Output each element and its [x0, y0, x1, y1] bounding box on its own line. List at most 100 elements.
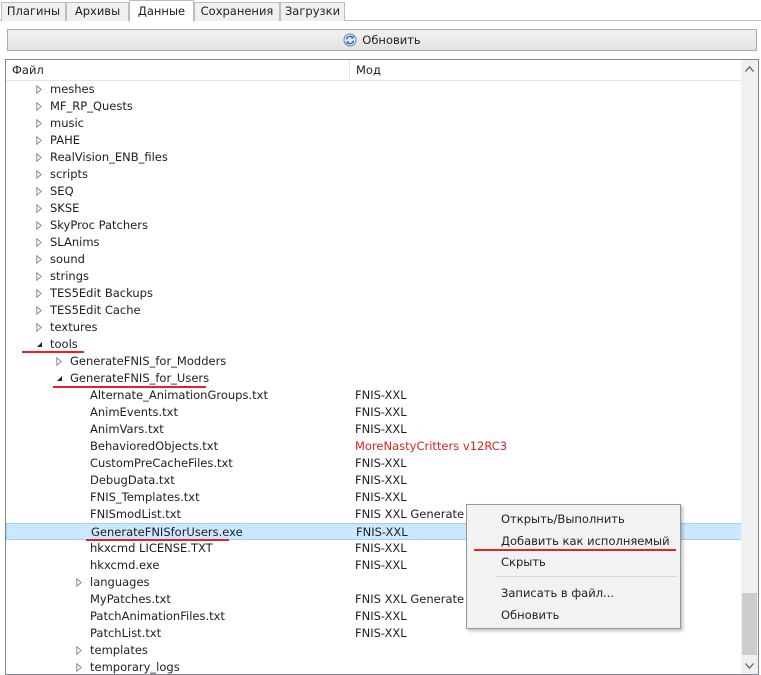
- collapsed-triangle-icon[interactable]: [74, 642, 84, 659]
- collapsed-triangle-icon[interactable]: [34, 268, 44, 285]
- row-mod: FNIS-XXL: [355, 490, 407, 504]
- menu-item-write-to-file[interactable]: Записать в файл...: [501, 584, 614, 602]
- collapsed-triangle-icon[interactable]: [74, 659, 84, 674]
- folder-row[interactable]: GenerateFNIS_for_Modders: [6, 353, 742, 370]
- tab-label: Загрузки: [284, 4, 341, 18]
- row-name: music: [50, 116, 85, 130]
- row-name: hkxcmd.exe: [90, 558, 160, 572]
- row-name: FNISmodList.txt: [90, 507, 182, 521]
- folder-row[interactable]: tools: [6, 336, 742, 353]
- row-name: RealVision_ENB_files: [50, 150, 168, 164]
- collapsed-triangle-icon[interactable]: [34, 234, 44, 251]
- collapsed-triangle-icon[interactable]: [34, 183, 44, 200]
- file-row[interactable]: DebugData.txt FNIS-XXL: [6, 472, 742, 489]
- row-mod: FNIS-XXL: [355, 473, 407, 487]
- tab-downloads[interactable]: Загрузки: [280, 2, 345, 21]
- folder-row[interactable]: RealVision_ENB_files: [6, 149, 742, 166]
- folder-row[interactable]: SKSE: [6, 200, 742, 217]
- folder-row[interactable]: TES5Edit Cache: [6, 302, 742, 319]
- folder-row[interactable]: SLAnims: [6, 234, 742, 251]
- collapsed-triangle-icon[interactable]: [54, 353, 64, 370]
- file-row[interactable]: BehavioredObjects.txt MoreNastyCritters v…: [6, 438, 742, 455]
- row-name: SkyProc Patchers: [50, 218, 148, 232]
- folder-row[interactable]: SEQ: [6, 183, 742, 200]
- collapsed-triangle-icon[interactable]: [34, 200, 44, 217]
- row-mod: FNIS XXL Generate: [355, 507, 465, 521]
- row-name: strings: [50, 269, 90, 283]
- annotation-underline: [22, 351, 84, 353]
- collapsed-triangle-icon[interactable]: [34, 149, 44, 166]
- refresh-button[interactable]: Обновить: [7, 29, 757, 51]
- folder-row[interactable]: scripts: [6, 166, 742, 183]
- row-name: DebugData.txt: [90, 473, 175, 487]
- row-mod: FNIS-XXL: [355, 541, 407, 555]
- annotation-underline: [53, 386, 206, 388]
- menu-item-hide[interactable]: Скрыть: [501, 553, 546, 571]
- menu-item-add-as-executable[interactable]: Добавить как исполняемый: [501, 532, 670, 550]
- vertical-scrollbar[interactable]: [741, 60, 758, 674]
- menu-item-open-run[interactable]: Открыть/Выполнить: [501, 510, 625, 528]
- collapsed-triangle-icon[interactable]: [34, 132, 44, 149]
- row-name: TES5Edit Backups: [50, 286, 153, 300]
- row-name: SEQ: [50, 184, 74, 198]
- tab-archives[interactable]: Архивы: [66, 2, 129, 21]
- folder-row[interactable]: meshes: [6, 81, 742, 98]
- row-name: MyPatches.txt: [90, 592, 171, 606]
- scrollbar-thumb[interactable]: [742, 593, 757, 655]
- tab-bar: Плагины Архивы Данные Сохранения Загрузк…: [0, 0, 761, 22]
- folder-row[interactable]: TES5Edit Backups: [6, 285, 742, 302]
- row-name: GenerateFNIS_for_Modders: [70, 354, 227, 368]
- tab-saves[interactable]: Сохранения: [194, 2, 280, 21]
- tab-label: Архивы: [74, 4, 121, 18]
- row-name: scripts: [50, 167, 89, 181]
- menu-item-refresh[interactable]: Обновить: [501, 606, 559, 624]
- row-name: MF_RP_Quests: [50, 99, 133, 113]
- menu-separator: [497, 576, 677, 577]
- collapsed-triangle-icon[interactable]: [34, 285, 44, 302]
- file-row[interactable]: CustomPreCacheFiles.txt FNIS-XXL: [6, 455, 742, 472]
- row-name: hkxcmd LICENSE.TXT: [90, 541, 213, 555]
- row-name: SKSE: [50, 201, 80, 215]
- collapsed-triangle-icon[interactable]: [34, 81, 44, 98]
- row-mod: FNIS-XXL: [355, 626, 407, 640]
- scroll-down-arrow-icon[interactable]: [741, 657, 758, 674]
- collapsed-triangle-icon[interactable]: [34, 302, 44, 319]
- tab-label: Плагины: [6, 4, 61, 18]
- tab-data[interactable]: Данные: [129, 0, 194, 22]
- context-menu: Открыть/Выполнить Добавить как исполняем…: [466, 504, 681, 629]
- folder-row[interactable]: music: [6, 115, 742, 132]
- folder-row[interactable]: MF_RP_Quests: [6, 98, 742, 115]
- file-row[interactable]: AnimVars.txt FNIS-XXL: [6, 421, 742, 438]
- collapsed-triangle-icon[interactable]: [34, 319, 44, 336]
- row-mod: MoreNastyCritters v12RC3: [355, 439, 508, 453]
- folder-row[interactable]: textures: [6, 319, 742, 336]
- tab-label: Сохранения: [200, 4, 274, 18]
- row-name: meshes: [50, 82, 95, 96]
- expanded-triangle-icon[interactable]: [54, 370, 64, 387]
- row-name: BehavioredObjects.txt: [90, 439, 219, 453]
- folder-row[interactable]: templates: [6, 642, 742, 659]
- row-name: PatchAnimationFiles.txt: [90, 609, 225, 623]
- collapsed-triangle-icon[interactable]: [74, 574, 84, 591]
- folder-row[interactable]: strings: [6, 268, 742, 285]
- collapsed-triangle-icon[interactable]: [34, 166, 44, 183]
- collapsed-triangle-icon[interactable]: [34, 217, 44, 234]
- column-header-file[interactable]: Файл: [6, 60, 349, 81]
- tab-plugins[interactable]: Плагины: [1, 2, 66, 21]
- column-header-mod[interactable]: Мод: [350, 60, 742, 81]
- collapsed-triangle-icon[interactable]: [34, 98, 44, 115]
- folder-row[interactable]: sound: [6, 251, 742, 268]
- row-name: AnimEvents.txt: [90, 405, 178, 419]
- scroll-up-arrow-icon[interactable]: [741, 60, 758, 77]
- folder-row[interactable]: PAHE: [6, 132, 742, 149]
- collapsed-triangle-icon[interactable]: [34, 251, 44, 268]
- file-row[interactable]: Alternate_AnimationGroups.txt FNIS-XXL: [6, 387, 742, 404]
- folder-row[interactable]: temporary_logs: [6, 659, 742, 674]
- row-mod: FNIS-XXL: [355, 405, 407, 419]
- folder-row[interactable]: GenerateFNIS_for_Users: [6, 370, 742, 387]
- folder-row[interactable]: SkyProc Patchers: [6, 217, 742, 234]
- collapsed-triangle-icon[interactable]: [34, 115, 44, 132]
- file-row[interactable]: AnimEvents.txt FNIS-XXL: [6, 404, 742, 421]
- row-mod: FNIS-XXL: [355, 388, 407, 402]
- row-name: CustomPreCacheFiles.txt: [90, 456, 233, 470]
